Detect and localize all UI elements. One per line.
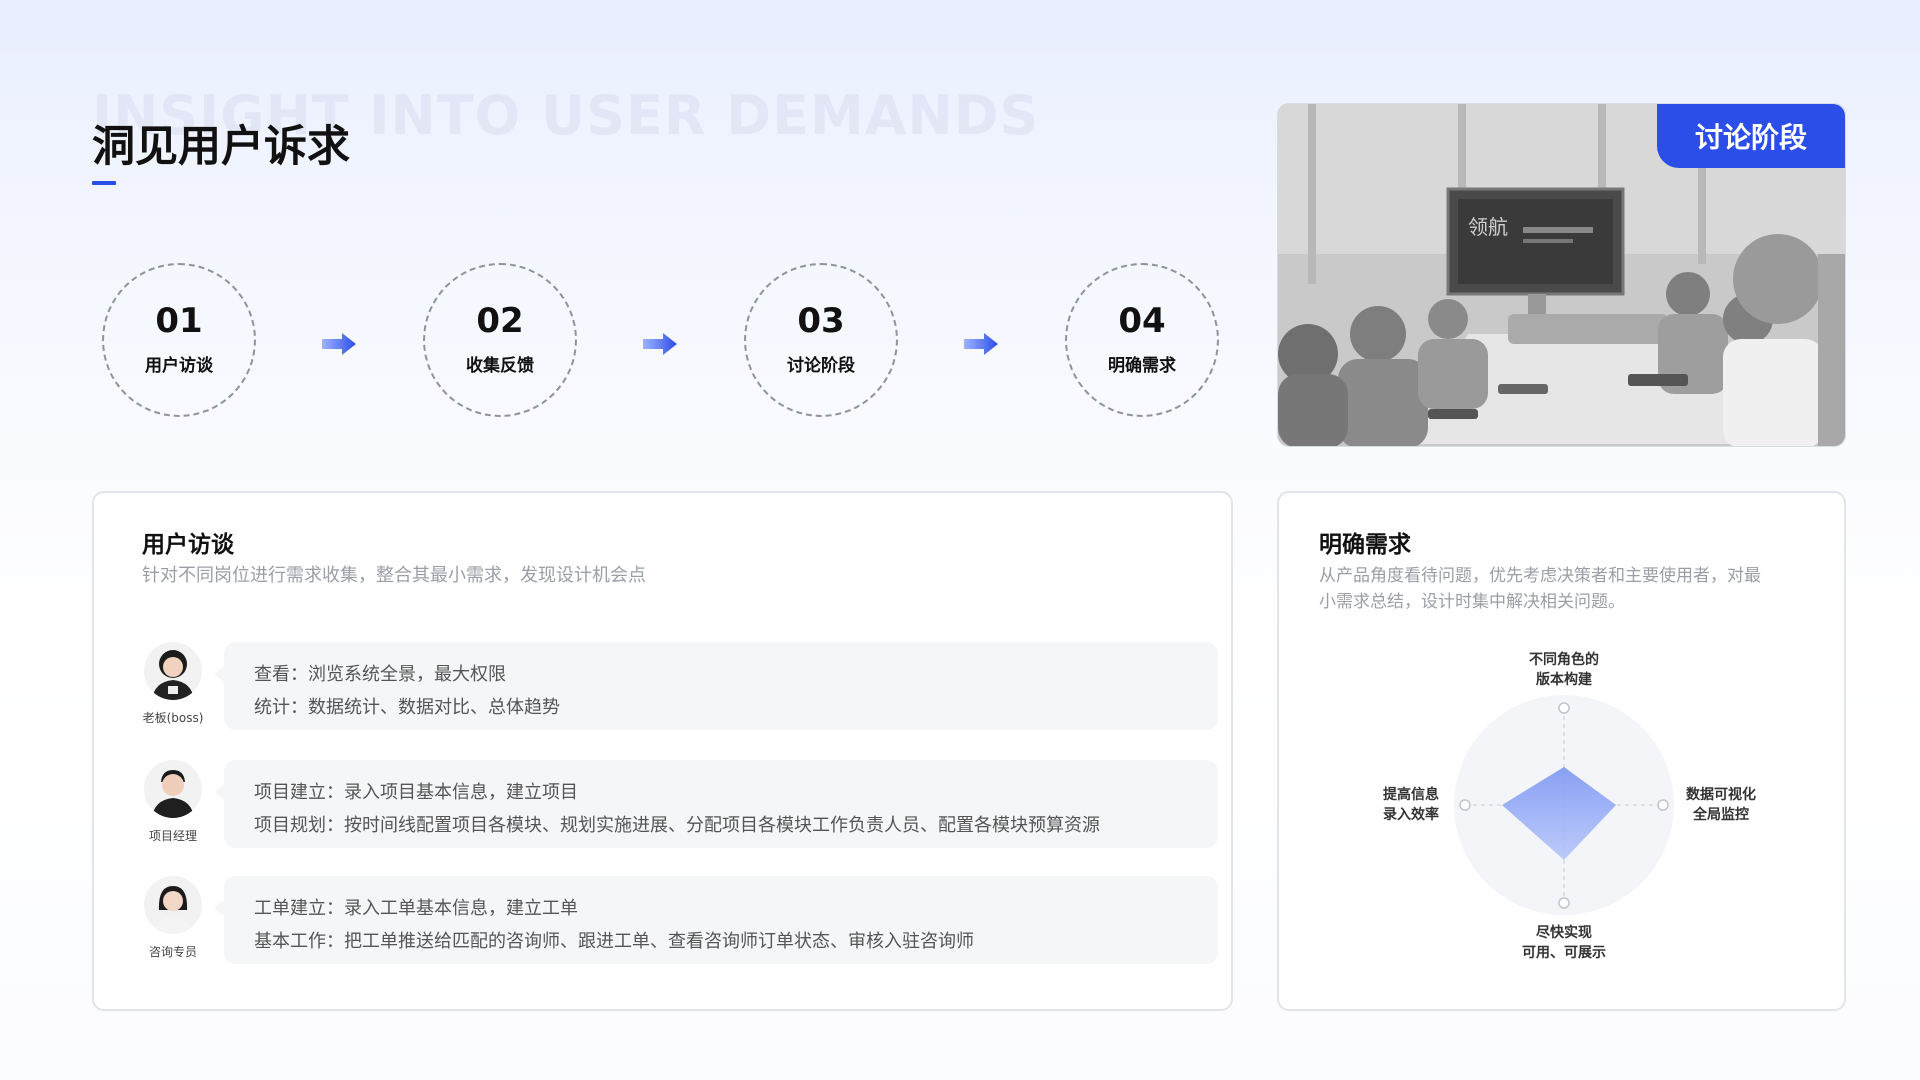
avatar-block: 项目经理 (142, 760, 204, 844)
radar-label-line: 全局监控 (1693, 807, 1749, 823)
duty-line: 项目建立：录入项目基本信息，建立项目 (254, 782, 578, 803)
radar-label-line: 尽快实现 (1536, 925, 1592, 941)
duty-line: 工单建立：录入工单基本信息，建立工单 (254, 898, 578, 919)
arrow-right-icon (643, 333, 677, 355)
step-4: 04 明确需求 (1065, 263, 1219, 417)
radar-label-line: 提高信息 (1383, 787, 1439, 803)
step-number: 02 (476, 301, 524, 341)
step-2: 02 收集反馈 (423, 263, 577, 417)
radar-label-left: 提高信息 录入效率 (1371, 785, 1451, 825)
step-number: 04 (1118, 301, 1166, 341)
meeting-photo: 领航 讨论阶段 (1277, 103, 1846, 447)
step-number: 01 (155, 301, 203, 341)
arrow-right-icon (964, 333, 998, 355)
radar-label-line: 可用、可展示 (1522, 945, 1606, 961)
role-bubble: 查看：浏览系统全景，最大权限 统计：数据统计、数据对比、总体趋势 (214, 642, 1218, 730)
radar-label-line: 不同角色的 (1529, 652, 1599, 668)
svg-text:领航: 领航 (1468, 215, 1508, 239)
radar-point (1558, 897, 1570, 909)
role-bubble: 工单建立：录入工单基本信息，建立工单 基本工作：把工单推送给匹配的咨询师、跟进工… (214, 876, 1218, 964)
avatar-block: 咨询专员 (142, 876, 204, 960)
arrow-right-icon (322, 333, 356, 355)
radar-label-top: 不同角色的 版本构建 (1514, 650, 1614, 690)
radar-label-line: 录入效率 (1383, 807, 1439, 823)
duty-line: 查看：浏览系统全景，最大权限 (254, 664, 506, 685)
radar-point (1657, 799, 1669, 811)
avatar (144, 642, 202, 700)
interview-subtitle: 针对不同岗位进行需求收集，整合其最小需求，发现设计机会点 (142, 565, 646, 586)
page-title: 洞见用户诉求 (92, 122, 350, 172)
step-label: 讨论阶段 (787, 356, 855, 376)
duty-line: 项目规划：按时间线配置项目各模块、规划实施进展、分配项目各模块工作负责人员、配置… (254, 815, 1100, 836)
step-label: 用户访谈 (145, 356, 213, 376)
step-label: 收集反馈 (466, 356, 534, 376)
radar-label-line: 版本构建 (1536, 672, 1592, 688)
role-label: 项目经理 (148, 829, 197, 843)
avatar (144, 760, 202, 818)
step-label: 明确需求 (1108, 356, 1176, 376)
radar-point (1459, 799, 1471, 811)
duty-line: 统计：数据统计、数据对比、总体趋势 (254, 697, 560, 718)
role-label: 咨询专员 (148, 945, 197, 959)
consultant-avatar-icon (154, 886, 192, 934)
avatar (144, 876, 202, 934)
stage-badge: 讨论阶段 (1657, 104, 1845, 168)
radar-point (1558, 702, 1570, 714)
step-number: 03 (797, 301, 845, 341)
duty-line: 基本工作：把工单推送给匹配的咨询师、跟进工单、查看咨询师订单状态、审核入驻咨询师 (254, 931, 974, 952)
radar-label-right: 数据可视化 全局监控 (1671, 785, 1771, 825)
boss-avatar-icon (152, 650, 194, 700)
radar-label-line: 数据可视化 (1686, 787, 1756, 803)
step-3: 03 讨论阶段 (744, 263, 898, 417)
interview-panel: 用户访谈 针对不同岗位进行需求收集，整合其最小需求，发现设计机会点 老板(bos… (92, 491, 1233, 1011)
step-1: 01 用户访谈 (102, 263, 256, 417)
title-underline (92, 181, 116, 185)
radar-label-bottom: 尽快实现 可用、可展示 (1514, 923, 1614, 963)
avatar-block: 老板(boss) (142, 642, 204, 726)
requirements-panel: 明确需求 从产品角度看待问题，优先考虑决策者和主要使用者，对最 小需求总结，设计… (1277, 491, 1846, 1011)
interview-title: 用户访谈 (142, 532, 234, 558)
manager-avatar-icon (152, 770, 194, 818)
role-bubble: 项目建立：录入项目基本信息，建立项目 项目规划：按时间线配置项目各模块、规划实施… (214, 760, 1218, 848)
role-label: 老板(boss) (142, 711, 204, 725)
